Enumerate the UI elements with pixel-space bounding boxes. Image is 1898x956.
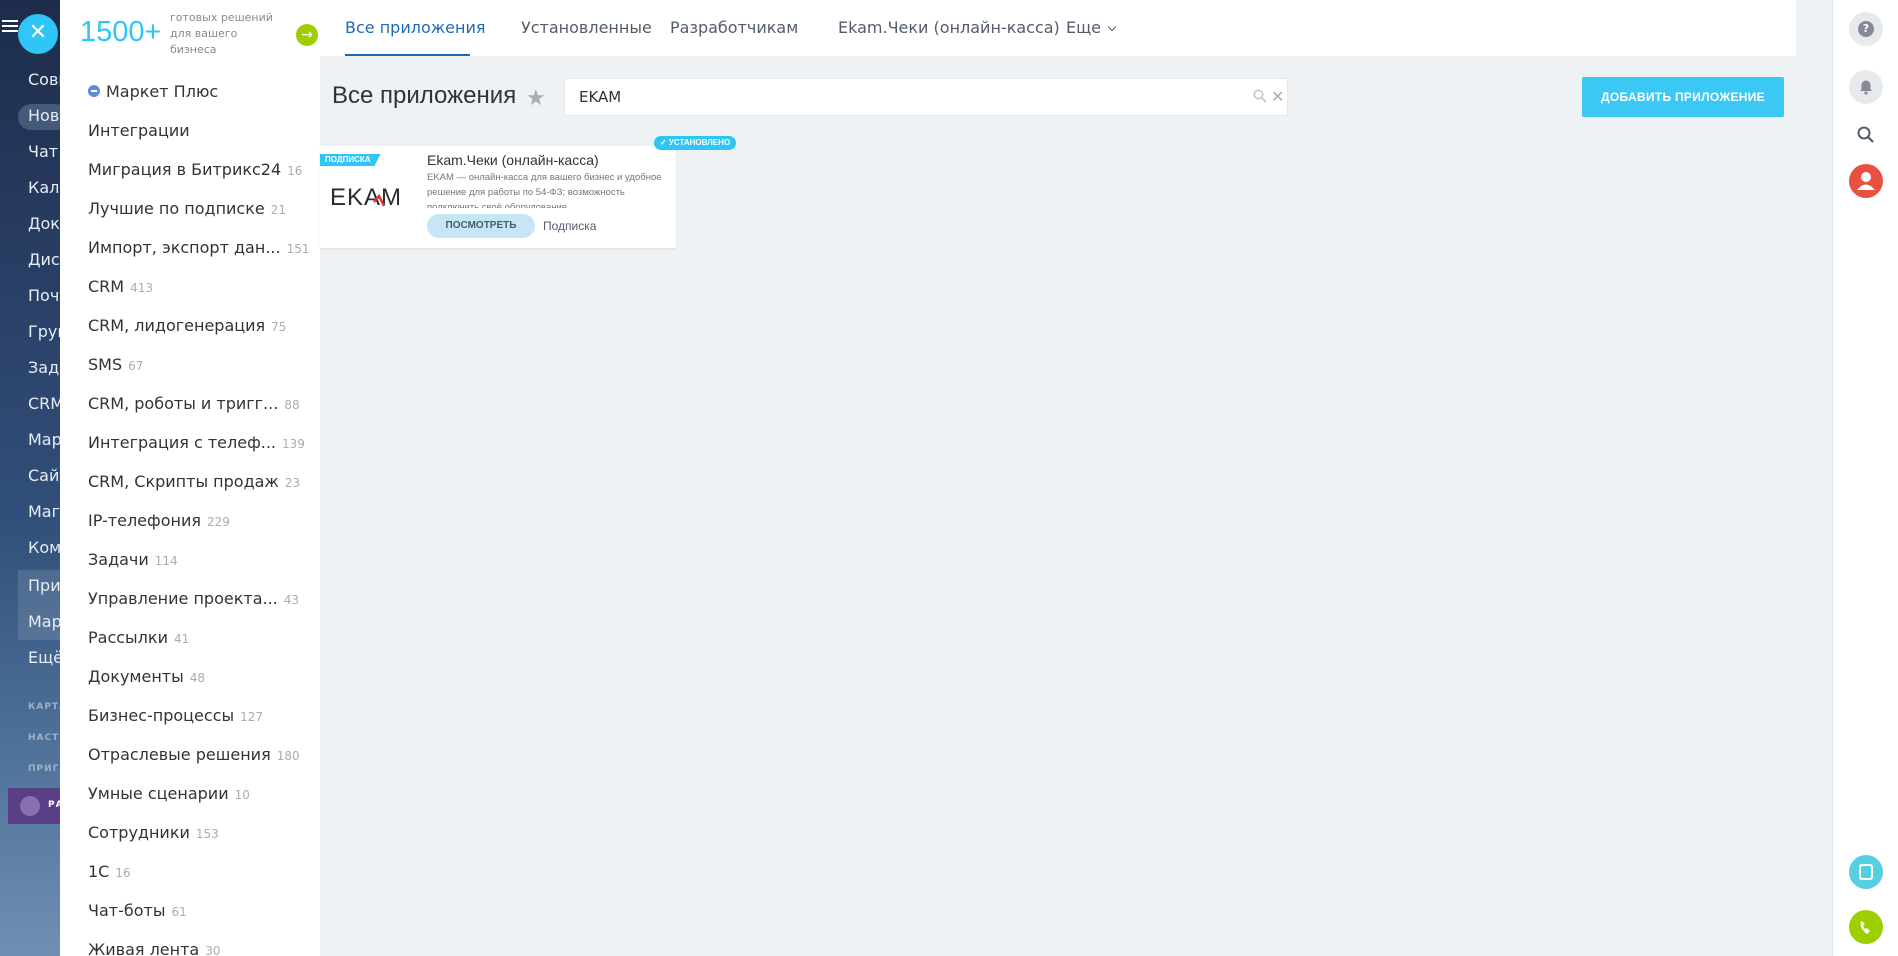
promo-number: 1500+ [80, 16, 162, 48]
notifications-button[interactable] [1849, 70, 1883, 104]
sidebar-item[interactable]: Задачи 114 [88, 550, 178, 569]
bg-menu-item[interactable]: CRM [28, 394, 60, 413]
add-app-button[interactable]: ДОБАВИТЬ ПРИЛОЖЕНИЕ [1582, 77, 1784, 117]
sidebar-item[interactable]: Живая лента 30 [88, 940, 221, 956]
bell-icon [1860, 80, 1872, 95]
bg-menu-item[interactable]: Мага [28, 502, 60, 521]
sidebar-item[interactable]: Бизнес-процессы 127 [88, 706, 263, 725]
app-type-label: Подписка [543, 219, 597, 233]
sidebar-item[interactable]: Сотрудники 153 [88, 823, 219, 842]
sidebar-item[interactable]: Миграция в Битрикс24 16 [88, 160, 302, 179]
sidebar-item[interactable]: CRM 413 [88, 277, 153, 296]
market-sidebar: 1500+ готовых решений для вашего бизнеса… [60, 0, 320, 956]
sidebar-item[interactable]: Лучшие по подписке 21 [88, 199, 286, 218]
hamburger-menu-icon[interactable] [2, 20, 18, 34]
sidebar-item[interactable]: Чат-боты 61 [88, 901, 187, 920]
promo-text: готовых решений для вашего бизнеса [170, 11, 273, 56]
app-description: EKAM — онлайн-касса для вашего бизнес и … [427, 172, 662, 208]
portal-background-sidebar: Совм Ново Чат Кале Доку Диск Почт Груп З… [0, 0, 60, 956]
app-card[interactable]: ПОДПИСКА EKAM Ekam.Чеки (онлайн-касса) E… [320, 146, 676, 248]
arrow-right-icon[interactable]: → [296, 24, 318, 46]
search-box: ✕ [564, 78, 1288, 116]
tab-installed[interactable]: Установленные [521, 18, 652, 37]
plan-label: РА [48, 800, 60, 810]
promo-block[interactable]: 1500+ готовых решений для вашего бизнеса… [80, 10, 318, 60]
tab-ekam[interactable]: Ekam.Чеки (онлайн-касса) [838, 18, 1060, 37]
bg-menu-item[interactable]: Диск [28, 250, 60, 269]
sidebar-item-market-plus[interactable]: Маркет Плюс [88, 82, 218, 101]
search-icon[interactable] [1253, 89, 1267, 103]
top-tabs: Все приложения Установленные Разработчик… [320, 0, 1796, 56]
bg-menu-item[interactable]: Ещё [28, 648, 60, 667]
market-slider-panel: 1500+ готовых решений для вашего бизнеса… [60, 0, 1892, 956]
tab-developers[interactable]: Разработчикам [670, 18, 798, 37]
bg-menu-item[interactable]: Мар [28, 430, 60, 449]
bg-menu-item[interactable]: Груп [28, 322, 60, 341]
bg-menu-item[interactable]: Почт [28, 286, 60, 305]
help-button[interactable]: ? [1849, 12, 1883, 46]
sidebar-item[interactable]: CRM, роботы и тригг... 88 [88, 394, 300, 413]
bg-menu-item[interactable]: Ком [28, 538, 60, 557]
active-tab-underline [345, 54, 470, 56]
sidebar-item[interactable]: Управление проекта... 43 [88, 589, 299, 608]
close-slider-button[interactable]: ✕ [18, 14, 58, 54]
sidebar-item[interactable]: Рассылки 41 [88, 628, 189, 647]
sidebar-item[interactable]: Документы 48 [88, 667, 205, 686]
user-avatar[interactable] [1849, 164, 1883, 198]
bg-section-label: КАРТА [28, 702, 60, 712]
search-input[interactable] [579, 87, 1219, 107]
sidebar-item[interactable]: Интеграция с телеф... 139 [88, 433, 305, 452]
phone-button[interactable] [1849, 910, 1883, 944]
bg-menu-item[interactable]: Сайт [28, 466, 60, 485]
market-plus-icon [88, 85, 100, 97]
phone-icon [1860, 921, 1870, 934]
subscription-ribbon: ПОДПИСКА [320, 154, 381, 166]
sidebar-item[interactable]: 1С 16 [88, 862, 131, 881]
ekam-logo: EKAM [330, 184, 402, 211]
sidebar-item[interactable]: IP-телефония 229 [88, 511, 230, 530]
bg-menu-item[interactable]: Кале [28, 178, 60, 197]
installed-badge: ✓ УСТАНОВЛЕНО [654, 136, 737, 150]
star-icon[interactable]: ★ [526, 86, 546, 111]
ekam-logo-text: EKAM [330, 184, 402, 211]
sidebar-item[interactable]: Умные сценарии 10 [88, 784, 250, 803]
call-panel-button[interactable] [1849, 855, 1883, 889]
right-rail: ? [1832, 0, 1898, 956]
sidebar-item[interactable]: Отраслевые решения 180 [88, 745, 300, 764]
sidebar-item[interactable]: Интеграции [88, 121, 196, 140]
bg-menu-item[interactable]: Ново [28, 106, 60, 125]
view-button[interactable]: ПОСМОТРЕТЬ [427, 214, 535, 238]
sidebar-item[interactable]: Импорт, экспорт дан... 151 [88, 238, 309, 257]
user-avatar-icon [1857, 172, 1875, 190]
bg-section-label: НАСТ [28, 733, 60, 743]
bg-menu-item[interactable]: Мар [28, 612, 60, 631]
sidebar-item[interactable]: CRM, Скрипты продаж 23 [88, 472, 300, 491]
sidebar-item[interactable]: CRM, лидогенерация 75 [88, 316, 286, 335]
chevron-down-icon [1107, 22, 1117, 32]
help-icon: ? [1858, 21, 1874, 37]
tab-all-apps[interactable]: Все приложения [345, 18, 485, 37]
search-icon [1857, 126, 1874, 143]
global-search-button[interactable] [1849, 118, 1883, 152]
close-icon: ✕ [28, 20, 48, 45]
bg-menu-item[interactable]: Совм [28, 70, 60, 89]
bg-menu-item[interactable]: Зада [28, 358, 60, 377]
crown-icon [20, 796, 40, 816]
close-icon[interactable]: ✕ [1271, 87, 1284, 106]
bg-section-label: ПРИГЛ [28, 764, 60, 774]
bg-menu-item[interactable]: При [28, 576, 60, 595]
app-title[interactable]: Ekam.Чеки (онлайн-касса) [427, 152, 599, 168]
phone-panel-icon [1859, 864, 1873, 880]
bg-menu-item[interactable]: Доку [28, 214, 60, 233]
tab-more[interactable]: Еще [1066, 18, 1117, 37]
page-title: Все приложения [332, 82, 517, 109]
sidebar-item[interactable]: SMS 67 [88, 355, 143, 374]
bg-menu-item[interactable]: Чат [28, 142, 58, 161]
